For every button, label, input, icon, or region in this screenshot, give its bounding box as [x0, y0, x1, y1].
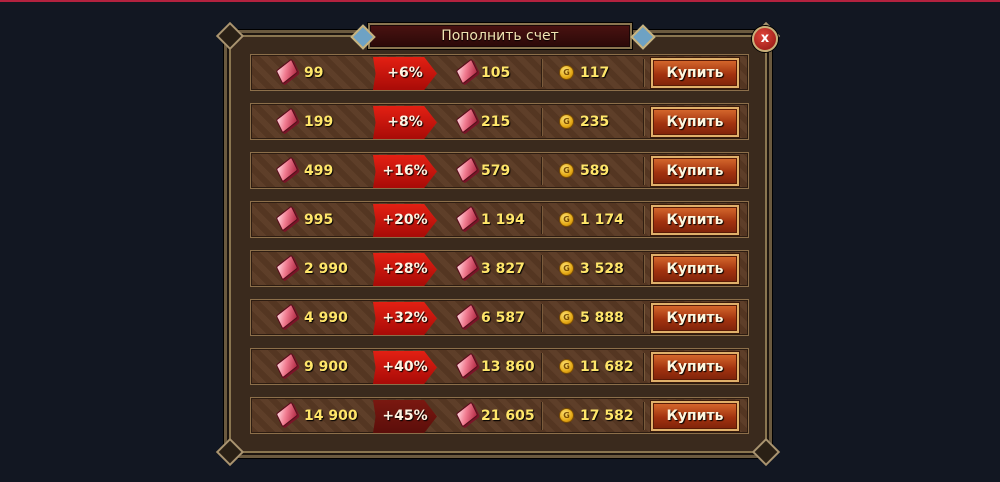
offer-gold: 3 528	[580, 261, 624, 277]
bonus-badge: +6%	[373, 57, 437, 90]
buy-button[interactable]: Купить	[651, 254, 739, 284]
gold-coin-icon: G	[559, 212, 574, 227]
offer-gold: 1 174	[580, 212, 624, 228]
crystal-icon	[455, 156, 479, 183]
offer-price: 995	[304, 212, 334, 228]
crystal-icon	[275, 303, 299, 330]
crystal-icon	[275, 352, 299, 379]
offer-gold: 5 888	[580, 310, 624, 326]
bonus-badge: +28%	[373, 253, 437, 286]
crystal-icon	[455, 352, 479, 379]
offer-price: 2 990	[304, 261, 348, 277]
offer-price: 14 900	[304, 408, 358, 424]
offer-row: 499 +16% 579 G 589 Купить	[250, 152, 749, 189]
bonus-badge: +8%	[373, 106, 437, 139]
crystal-icon	[275, 254, 299, 281]
crystal-icon	[275, 107, 299, 134]
frame-corner-ornament	[751, 437, 781, 467]
column-divider	[643, 59, 644, 87]
offer-crystals: 1 194	[481, 212, 525, 228]
bonus-badge: +40%	[373, 351, 437, 384]
column-divider	[643, 304, 644, 332]
offer-crystals: 21 605	[481, 408, 535, 424]
bonus-badge: +20%	[373, 204, 437, 237]
offer-row: 2 990 +28% 3 827 G 3 528 Купить	[250, 250, 749, 287]
offer-crystals: 6 587	[481, 310, 525, 326]
offer-row: 99 +6% 105 G 117 Купить	[250, 54, 749, 91]
gold-coin-icon: G	[559, 359, 574, 374]
offer-gold: 589	[580, 163, 610, 179]
offer-gold: 17 582	[580, 408, 634, 424]
crystal-icon	[455, 303, 479, 330]
offer-price: 99	[304, 65, 324, 81]
buy-button[interactable]: Купить	[651, 303, 739, 333]
buy-button[interactable]: Купить	[651, 107, 739, 137]
offer-row: 4 990 +32% 6 587 G 5 888 Купить	[250, 299, 749, 336]
column-divider	[643, 353, 644, 381]
buy-button[interactable]: Купить	[651, 401, 739, 431]
column-divider	[643, 402, 644, 430]
gold-coin-icon: G	[559, 310, 574, 325]
buy-button[interactable]: Купить	[651, 156, 739, 186]
offer-row: 199 +8% 215 G 235 Купить	[250, 103, 749, 140]
offer-price: 199	[304, 114, 334, 130]
crystal-icon	[455, 401, 479, 428]
bonus-badge: +16%	[373, 155, 437, 188]
top-accent-line	[0, 0, 1000, 2]
bonus-badge: +32%	[373, 302, 437, 335]
column-divider	[643, 108, 644, 136]
offer-row: 14 900 +45% 21 605 G 17 582 Купить	[250, 397, 749, 434]
offer-price: 4 990	[304, 310, 348, 326]
crystal-icon	[275, 205, 299, 232]
column-divider	[541, 108, 542, 136]
offer-crystals: 3 827	[481, 261, 525, 277]
crystal-icon	[275, 156, 299, 183]
column-divider	[643, 255, 644, 283]
gold-coin-icon: G	[559, 163, 574, 178]
close-icon: x	[760, 31, 770, 46]
crystal-icon	[455, 107, 479, 134]
column-divider	[541, 59, 542, 87]
buy-button[interactable]: Купить	[651, 352, 739, 382]
offer-price: 9 900	[304, 359, 348, 375]
column-divider	[643, 206, 644, 234]
frame-corner-ornament	[215, 437, 245, 467]
offer-gold: 235	[580, 114, 610, 130]
crystal-icon	[275, 58, 299, 85]
gold-coin-icon: G	[559, 114, 574, 129]
offer-row: 9 900 +40% 13 860 G 11 682 Купить	[250, 348, 749, 385]
crystal-icon	[455, 254, 479, 281]
offer-crystals: 105	[481, 65, 511, 81]
column-divider	[541, 255, 542, 283]
column-divider	[541, 402, 542, 430]
offer-crystals: 579	[481, 163, 511, 179]
column-divider	[643, 157, 644, 185]
top-up-dialog	[215, 21, 781, 467]
offer-crystals: 13 860	[481, 359, 535, 375]
column-divider	[541, 304, 542, 332]
offer-gold: 117	[580, 65, 610, 81]
crystal-icon	[455, 205, 479, 232]
offer-gold: 11 682	[580, 359, 634, 375]
column-divider	[541, 157, 542, 185]
offer-crystals: 215	[481, 114, 511, 130]
gold-coin-icon: G	[559, 261, 574, 276]
column-divider	[541, 353, 542, 381]
bonus-badge: +45%	[373, 400, 437, 433]
crystal-icon	[455, 58, 479, 85]
dialog-title: Пополнить счет	[368, 23, 632, 49]
column-divider	[541, 206, 542, 234]
gold-coin-icon: G	[559, 65, 574, 80]
close-button[interactable]: x	[752, 26, 778, 52]
crystal-icon	[275, 401, 299, 428]
offer-price: 499	[304, 163, 334, 179]
buy-button[interactable]: Купить	[651, 58, 739, 88]
frame-corner-ornament	[215, 21, 245, 51]
gold-coin-icon: G	[559, 408, 574, 423]
offer-row: 995 +20% 1 194 G 1 174 Купить	[250, 201, 749, 238]
buy-button[interactable]: Купить	[651, 205, 739, 235]
